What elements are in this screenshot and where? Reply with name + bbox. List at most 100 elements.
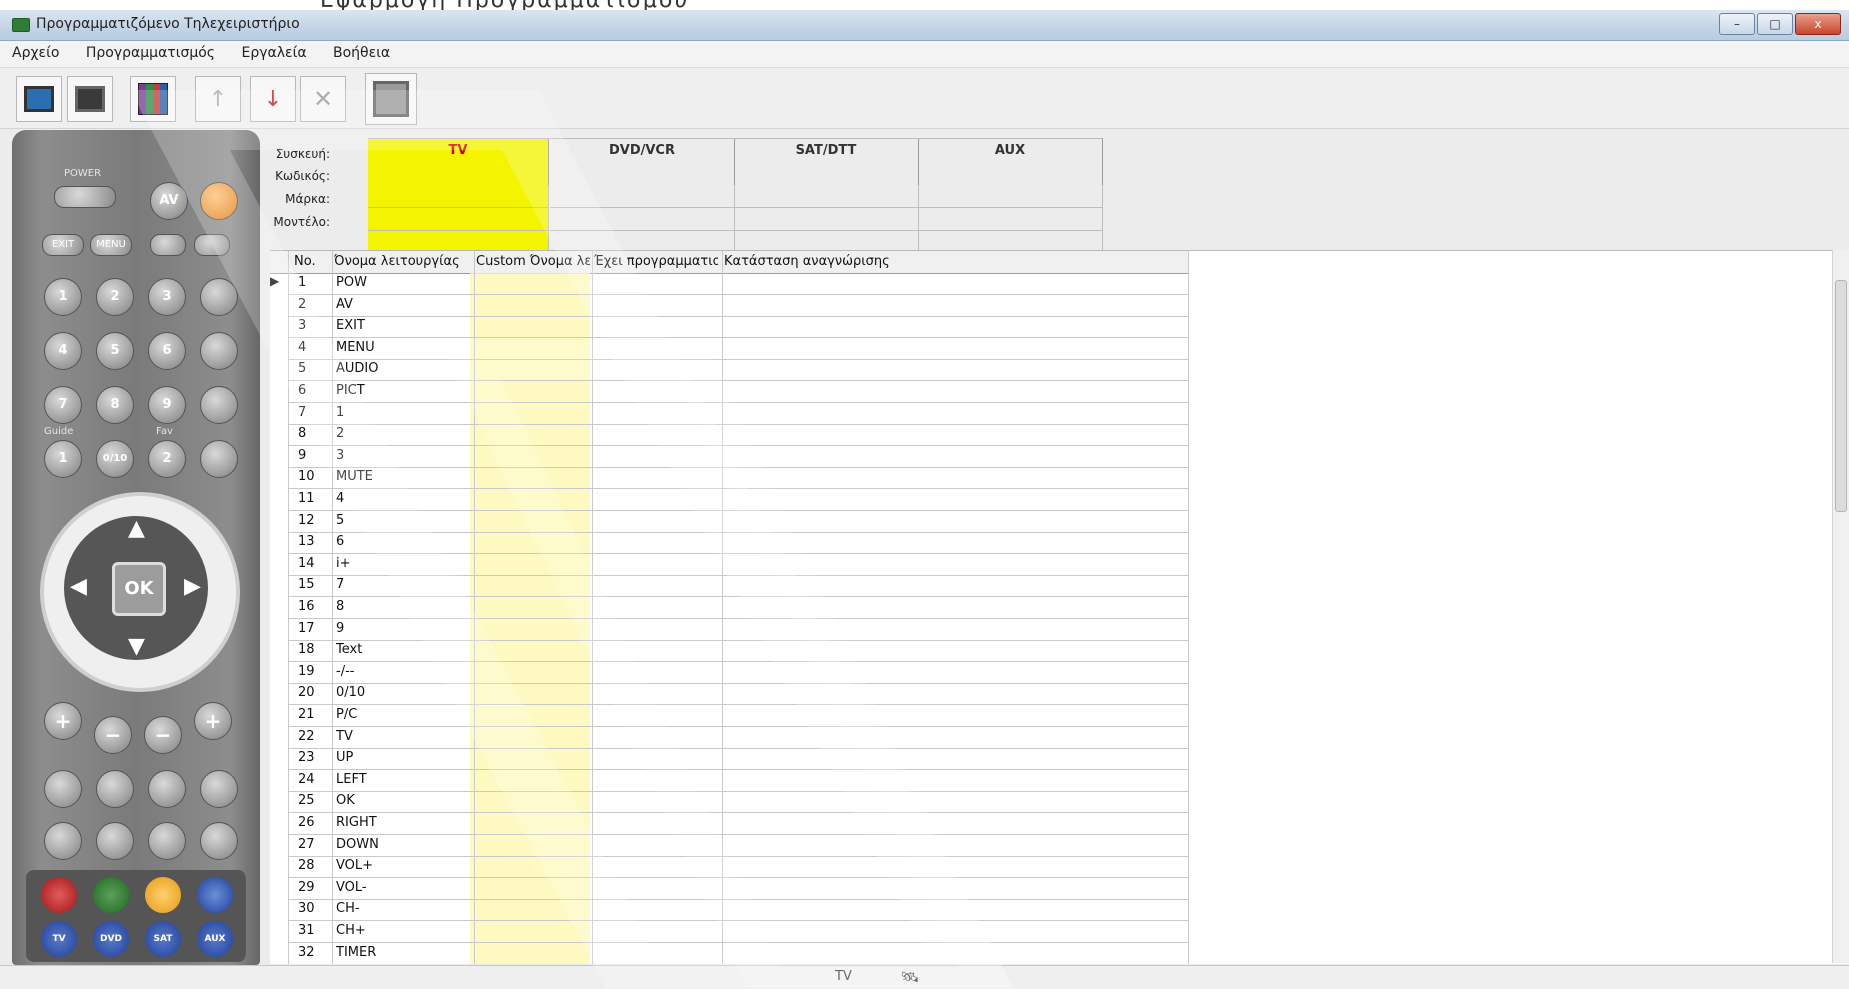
- aux-code-field[interactable]: [918, 185, 1103, 208]
- menu-button[interactable]: MENU: [90, 234, 132, 256]
- table-row[interactable]: 4 MENU: [288, 338, 1189, 360]
- library-button[interactable]: [130, 76, 176, 122]
- left-arrow-icon[interactable]: ◀: [70, 574, 87, 599]
- media-tv-button[interactable]: TV: [40, 920, 78, 958]
- up-arrow-icon[interactable]: ▲: [128, 516, 145, 541]
- back-button[interactable]: [200, 770, 238, 808]
- remote-button[interactable]: [16, 76, 62, 122]
- ok-button[interactable]: OK: [112, 562, 166, 616]
- num-5-button[interactable]: 5: [96, 332, 134, 370]
- col-custom-name[interactable]: Custom Όνομα λειτουργίας: [476, 254, 590, 269]
- play-button[interactable]: [144, 876, 182, 914]
- move-up-button[interactable]: ↑: [195, 76, 241, 122]
- power-button[interactable]: [54, 186, 116, 208]
- text-button[interactable]: [200, 386, 238, 424]
- table-row[interactable]: 2 AV: [288, 295, 1189, 317]
- vertical-scrollbar[interactable]: [1832, 250, 1849, 963]
- table-row[interactable]: 27 DOWN: [288, 835, 1189, 857]
- table-row[interactable]: 15 7: [288, 575, 1189, 598]
- table-row[interactable]: 16 8: [288, 597, 1189, 619]
- num-0-button[interactable]: 0/10: [96, 440, 134, 478]
- tab-tv[interactable]: TV: [368, 138, 549, 185]
- table-row[interactable]: 13 6: [288, 532, 1189, 555]
- vol-up-button[interactable]: +: [44, 702, 82, 740]
- minimize-button[interactable]: –: [1719, 13, 1755, 35]
- record-button[interactable]: [40, 876, 78, 914]
- table-row[interactable]: 22 TV: [288, 727, 1189, 749]
- table-row[interactable]: 24 LEFT: [288, 770, 1189, 792]
- pict-button[interactable]: [194, 234, 230, 256]
- ch-up-button[interactable]: +: [194, 702, 232, 740]
- media-aux-button[interactable]: AUX: [196, 920, 234, 958]
- table-row[interactable]: 18 Text: [288, 640, 1189, 663]
- table-row[interactable]: 71: [288, 403, 1189, 425]
- table-row[interactable]: 5 AUDIO: [288, 359, 1189, 382]
- table-row[interactable]: 10 MUTE: [288, 467, 1189, 490]
- menu-help[interactable]: Βοήθεια: [321, 41, 400, 61]
- dvd-code-field[interactable]: [550, 185, 735, 208]
- tv-brand-field[interactable]: [368, 208, 549, 231]
- num-4-button[interactable]: 4: [44, 332, 82, 370]
- media-dvd-button[interactable]: DVD: [92, 920, 130, 958]
- table-row[interactable]: 25 OK: [288, 791, 1189, 814]
- dvd-brand-field[interactable]: [550, 208, 735, 231]
- col-no[interactable]: No.: [294, 254, 316, 269]
- table-row[interactable]: 31 CH+: [288, 921, 1189, 943]
- table-row[interactable]: 19 -/--: [288, 662, 1189, 684]
- mute-button[interactable]: [200, 278, 238, 316]
- info-button[interactable]: [200, 332, 238, 370]
- table-row[interactable]: 26 RIGHT: [288, 813, 1189, 835]
- audio-button[interactable]: [150, 234, 186, 256]
- num-9-button[interactable]: 9: [148, 386, 186, 424]
- col-programmed[interactable]: Έχει προγραμματιστεί: [594, 254, 718, 269]
- play-pause-button[interactable]: [96, 822, 134, 860]
- vol-down-button[interactable]: −: [94, 716, 132, 754]
- tv-button[interactable]: [200, 440, 238, 478]
- num-3-button[interactable]: 3: [148, 278, 186, 316]
- orange-button[interactable]: [200, 182, 238, 220]
- table-row[interactable]: 28 VOL+: [288, 856, 1189, 879]
- num-7-button[interactable]: 7: [44, 386, 82, 424]
- menu-tools[interactable]: Εργαλεία: [229, 41, 316, 61]
- info2-button[interactable]: [200, 822, 238, 860]
- media-sat-button[interactable]: SAT: [144, 920, 182, 958]
- guide-button[interactable]: 1: [44, 440, 82, 478]
- exit-button[interactable]: EXIT: [42, 234, 84, 256]
- table-row[interactable]: 17 9: [288, 619, 1189, 641]
- right-arrow-icon[interactable]: ▶: [184, 574, 201, 599]
- move-down-button[interactable]: ↓: [250, 76, 296, 122]
- ch-down-button[interactable]: −: [144, 716, 182, 754]
- num-1-button[interactable]: 1: [44, 278, 82, 316]
- tab-dvd-vcr[interactable]: DVD/VCR: [550, 138, 735, 185]
- fav-button[interactable]: 2: [148, 440, 186, 478]
- table-row[interactable]: 30 CH-: [288, 899, 1189, 922]
- aux-brand-field[interactable]: [918, 208, 1103, 231]
- table-row[interactable]: 20 0/10: [288, 683, 1189, 706]
- tv-code-field[interactable]: [368, 185, 549, 208]
- table-row[interactable]: 12 5: [288, 511, 1189, 533]
- tab-sat-dtt[interactable]: SAT/DTT: [734, 138, 919, 185]
- num-2-button[interactable]: 2: [96, 278, 134, 316]
- table-row[interactable]: 21 P/C: [288, 705, 1189, 727]
- col-function-name[interactable]: Όνομα λειτουργίας: [334, 254, 470, 269]
- table-row[interactable]: 14 i+: [288, 554, 1189, 576]
- chip-button[interactable]: [67, 76, 113, 122]
- stop-remote-button[interactable]: [148, 822, 186, 860]
- sat-brand-field[interactable]: [734, 208, 919, 231]
- list-button[interactable]: [148, 770, 186, 808]
- fast-forward-button[interactable]: [196, 876, 234, 914]
- stop-button[interactable]: [365, 73, 417, 125]
- num-6-button[interactable]: 6: [148, 332, 186, 370]
- epg-button[interactable]: [44, 822, 82, 860]
- table-row[interactable]: 93: [288, 446, 1189, 468]
- table-row[interactable]: 1 POW: [288, 273, 1189, 295]
- close-button[interactable]: x: [1795, 13, 1841, 35]
- timer-button[interactable]: [44, 770, 82, 808]
- tab-aux[interactable]: AUX: [918, 138, 1103, 185]
- table-row[interactable]: 23 UP: [288, 748, 1189, 771]
- table-row[interactable]: 11 4: [288, 489, 1189, 511]
- maximize-button[interactable]: □: [1757, 13, 1793, 35]
- down-arrow-icon[interactable]: ▼: [128, 634, 145, 659]
- table-row[interactable]: 82: [288, 424, 1189, 447]
- sat-code-field[interactable]: [734, 185, 919, 208]
